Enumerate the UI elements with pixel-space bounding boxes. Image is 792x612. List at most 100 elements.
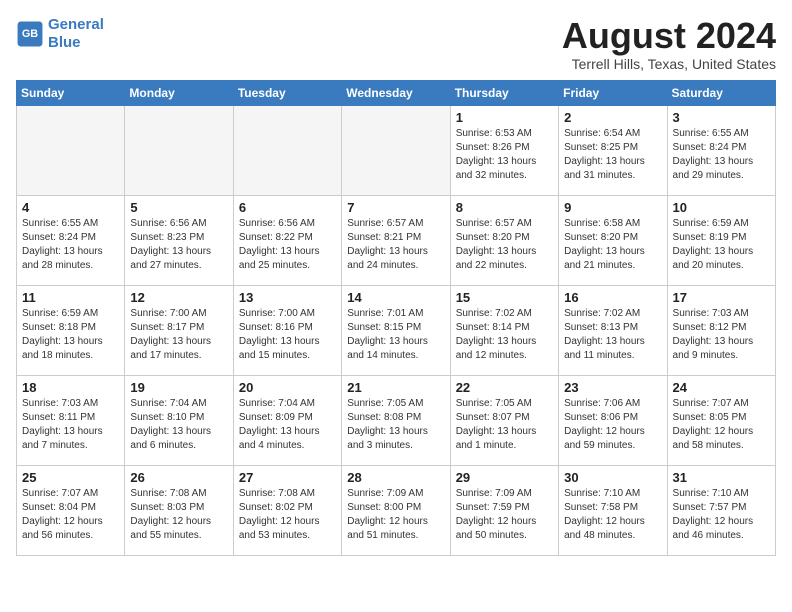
calendar-cell: 31 Sunrise: 7:10 AM Sunset: 7:57 PM Dayli… bbox=[667, 465, 775, 555]
day-number: 11 bbox=[22, 290, 119, 305]
logo-line1: General bbox=[48, 16, 104, 33]
day-info: Sunrise: 7:04 AM Sunset: 8:09 PM Dayligh… bbox=[239, 397, 336, 453]
calendar-cell: 20 Sunrise: 7:04 AM Sunset: 8:09 PM Dayli… bbox=[233, 375, 341, 465]
calendar-cell: 5Sunrise: 6:56 AM Sunset: 8:23 PM Daylig… bbox=[125, 195, 233, 285]
calendar-cell: 3Sunrise: 6:55 AM Sunset: 8:24 PM Daylig… bbox=[667, 105, 775, 195]
day-info: Sunrise: 6:57 AM Sunset: 8:21 PM Dayligh… bbox=[347, 217, 444, 273]
header-cell-wednesday: Wednesday bbox=[342, 80, 450, 105]
logo: GB General Blue bbox=[16, 16, 104, 52]
calendar-cell bbox=[17, 105, 125, 195]
calendar-cell bbox=[233, 105, 341, 195]
week-row-1: 4 Sunrise: 6:55 AM Sunset: 8:24 PM Daylig… bbox=[17, 195, 776, 285]
day-info: Sunrise: 7:05 AM Sunset: 8:07 PM Dayligh… bbox=[456, 397, 553, 453]
calendar-cell: 8 Sunrise: 6:57 AM Sunset: 8:20 PM Daylig… bbox=[450, 195, 558, 285]
day-number: 30 bbox=[564, 470, 661, 485]
day-info: Sunrise: 6:57 AM Sunset: 8:20 PM Dayligh… bbox=[456, 217, 553, 273]
day-info: Sunrise: 7:06 AM Sunset: 8:06 PM Dayligh… bbox=[564, 397, 661, 453]
logo-icon: GB bbox=[16, 20, 44, 48]
day-number: 4 bbox=[22, 200, 119, 215]
day-info: Sunrise: 6:54 AM Sunset: 8:25 PM Dayligh… bbox=[564, 127, 661, 183]
week-row-0: 1 Sunrise: 6:53 AM Sunset: 8:26 PM Daylig… bbox=[17, 105, 776, 195]
day-info: Sunrise: 6:55 AM Sunset: 8:24 PM Dayligh… bbox=[22, 217, 119, 273]
day-number: 8 bbox=[456, 200, 553, 215]
calendar-cell: 18 Sunrise: 7:03 AM Sunset: 8:11 PM Dayli… bbox=[17, 375, 125, 465]
day-number: 15 bbox=[456, 290, 553, 305]
day-number: 19 bbox=[130, 380, 227, 395]
day-number: 14 bbox=[347, 290, 444, 305]
week-row-3: 18 Sunrise: 7:03 AM Sunset: 8:11 PM Dayli… bbox=[17, 375, 776, 465]
day-number: 17 bbox=[673, 290, 770, 305]
calendar-cell: 16Sunrise: 7:02 AM Sunset: 8:13 PM Dayli… bbox=[559, 285, 667, 375]
location: Terrell Hills, Texas, United States bbox=[562, 56, 776, 72]
calendar-cell: 1 Sunrise: 6:53 AM Sunset: 8:26 PM Daylig… bbox=[450, 105, 558, 195]
calendar-cell: 30Sunrise: 7:10 AM Sunset: 7:58 PM Dayli… bbox=[559, 465, 667, 555]
calendar-cell: 28Sunrise: 7:09 AM Sunset: 8:00 PM Dayli… bbox=[342, 465, 450, 555]
day-number: 28 bbox=[347, 470, 444, 485]
calendar-cell: 10Sunrise: 6:59 AM Sunset: 8:19 PM Dayli… bbox=[667, 195, 775, 285]
day-number: 26 bbox=[130, 470, 227, 485]
day-number: 13 bbox=[239, 290, 336, 305]
day-number: 18 bbox=[22, 380, 119, 395]
day-number: 1 bbox=[456, 110, 553, 125]
calendar-cell: 2Sunrise: 6:54 AM Sunset: 8:25 PM Daylig… bbox=[559, 105, 667, 195]
day-info: Sunrise: 7:08 AM Sunset: 8:02 PM Dayligh… bbox=[239, 487, 336, 543]
page-header: GB General Blue August 2024 Terrell Hill… bbox=[16, 16, 776, 72]
calendar-cell: 14 Sunrise: 7:01 AM Sunset: 8:15 PM Dayli… bbox=[342, 285, 450, 375]
day-info: Sunrise: 7:07 AM Sunset: 8:04 PM Dayligh… bbox=[22, 487, 119, 543]
day-number: 29 bbox=[456, 470, 553, 485]
header-cell-saturday: Saturday bbox=[667, 80, 775, 105]
calendar-cell: 15Sunrise: 7:02 AM Sunset: 8:14 PM Dayli… bbox=[450, 285, 558, 375]
calendar-cell: 27 Sunrise: 7:08 AM Sunset: 8:02 PM Dayli… bbox=[233, 465, 341, 555]
calendar-cell bbox=[342, 105, 450, 195]
calendar-table: SundayMondayTuesdayWednesdayThursdayFrid… bbox=[16, 80, 776, 556]
calendar-cell: 7 Sunrise: 6:57 AM Sunset: 8:21 PM Daylig… bbox=[342, 195, 450, 285]
day-number: 7 bbox=[347, 200, 444, 215]
day-info: Sunrise: 7:03 AM Sunset: 8:11 PM Dayligh… bbox=[22, 397, 119, 453]
calendar-cell: 23 Sunrise: 7:06 AM Sunset: 8:06 PM Dayli… bbox=[559, 375, 667, 465]
title-block: August 2024 Terrell Hills, Texas, United… bbox=[562, 16, 776, 72]
day-number: 23 bbox=[564, 380, 661, 395]
calendar-cell: 26Sunrise: 7:08 AM Sunset: 8:03 PM Dayli… bbox=[125, 465, 233, 555]
week-row-4: 25 Sunrise: 7:07 AM Sunset: 8:04 PM Dayli… bbox=[17, 465, 776, 555]
day-info: Sunrise: 7:10 AM Sunset: 7:57 PM Dayligh… bbox=[673, 487, 770, 543]
header-cell-tuesday: Tuesday bbox=[233, 80, 341, 105]
calendar-cell: 11 Sunrise: 6:59 AM Sunset: 8:18 PM Dayli… bbox=[17, 285, 125, 375]
day-number: 5 bbox=[130, 200, 227, 215]
calendar-header-row: SundayMondayTuesdayWednesdayThursdayFrid… bbox=[17, 80, 776, 105]
day-info: Sunrise: 6:53 AM Sunset: 8:26 PM Dayligh… bbox=[456, 127, 553, 183]
calendar-cell: 22Sunrise: 7:05 AM Sunset: 8:07 PM Dayli… bbox=[450, 375, 558, 465]
calendar-cell: 17 Sunrise: 7:03 AM Sunset: 8:12 PM Dayli… bbox=[667, 285, 775, 375]
day-number: 16 bbox=[564, 290, 661, 305]
day-info: Sunrise: 7:05 AM Sunset: 8:08 PM Dayligh… bbox=[347, 397, 444, 453]
calendar-cell: 4 Sunrise: 6:55 AM Sunset: 8:24 PM Daylig… bbox=[17, 195, 125, 285]
calendar-cell: 9Sunrise: 6:58 AM Sunset: 8:20 PM Daylig… bbox=[559, 195, 667, 285]
day-number: 31 bbox=[673, 470, 770, 485]
day-number: 10 bbox=[673, 200, 770, 215]
day-info: Sunrise: 7:00 AM Sunset: 8:16 PM Dayligh… bbox=[239, 307, 336, 363]
day-info: Sunrise: 6:56 AM Sunset: 8:22 PM Dayligh… bbox=[239, 217, 336, 273]
day-number: 9 bbox=[564, 200, 661, 215]
day-number: 24 bbox=[673, 380, 770, 395]
day-number: 20 bbox=[239, 380, 336, 395]
header-cell-friday: Friday bbox=[559, 80, 667, 105]
day-info: Sunrise: 7:03 AM Sunset: 8:12 PM Dayligh… bbox=[673, 307, 770, 363]
day-info: Sunrise: 7:07 AM Sunset: 8:05 PM Dayligh… bbox=[673, 397, 770, 453]
calendar-cell: 19Sunrise: 7:04 AM Sunset: 8:10 PM Dayli… bbox=[125, 375, 233, 465]
day-number: 6 bbox=[239, 200, 336, 215]
month-title: August 2024 bbox=[562, 16, 776, 56]
calendar-cell: 24 Sunrise: 7:07 AM Sunset: 8:05 PM Dayli… bbox=[667, 375, 775, 465]
logo-line2: Blue bbox=[48, 34, 81, 51]
day-number: 3 bbox=[673, 110, 770, 125]
calendar-body: 1 Sunrise: 6:53 AM Sunset: 8:26 PM Daylig… bbox=[17, 105, 776, 555]
calendar-cell: 25 Sunrise: 7:07 AM Sunset: 8:04 PM Dayli… bbox=[17, 465, 125, 555]
week-row-2: 11 Sunrise: 6:59 AM Sunset: 8:18 PM Dayli… bbox=[17, 285, 776, 375]
calendar-cell: 29Sunrise: 7:09 AM Sunset: 7:59 PM Dayli… bbox=[450, 465, 558, 555]
day-info: Sunrise: 6:59 AM Sunset: 8:18 PM Dayligh… bbox=[22, 307, 119, 363]
day-info: Sunrise: 7:00 AM Sunset: 8:17 PM Dayligh… bbox=[130, 307, 227, 363]
day-number: 12 bbox=[130, 290, 227, 305]
day-info: Sunrise: 7:01 AM Sunset: 8:15 PM Dayligh… bbox=[347, 307, 444, 363]
svg-text:GB: GB bbox=[22, 28, 38, 40]
day-number: 25 bbox=[22, 470, 119, 485]
calendar-cell: 6 Sunrise: 6:56 AM Sunset: 8:22 PM Daylig… bbox=[233, 195, 341, 285]
day-number: 27 bbox=[239, 470, 336, 485]
